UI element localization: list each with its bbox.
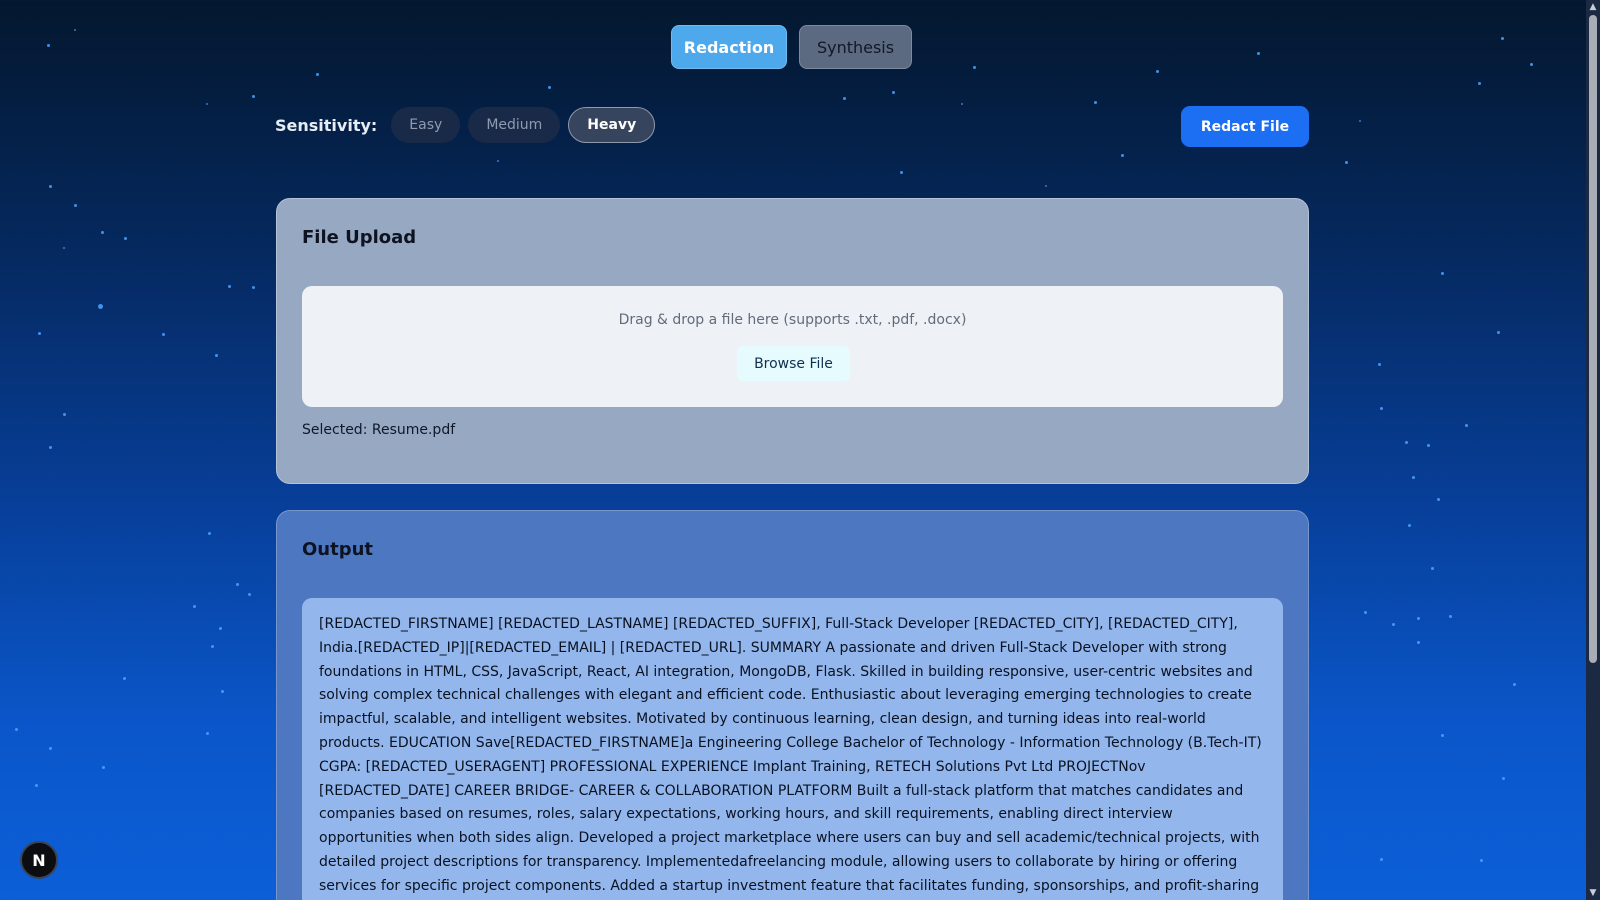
tab-redaction[interactable]: Redaction — [671, 25, 787, 69]
nextjs-logo-icon[interactable]: N — [20, 841, 58, 879]
page-scrollbar[interactable]: ▲ ▼ — [1586, 0, 1600, 900]
output-card: Output [REDACTED_FIRSTNAME] [REDACTED_LA… — [276, 510, 1309, 900]
scroll-up-arrow-icon[interactable]: ▲ — [1586, 0, 1600, 14]
file-upload-card: File Upload Drag & drop a file here (sup… — [276, 198, 1309, 484]
scroll-down-arrow-icon[interactable]: ▼ — [1586, 886, 1600, 900]
redact-file-button[interactable]: Redact File — [1181, 106, 1309, 147]
selected-file-label: Selected: Resume.pdf — [302, 422, 456, 438]
output-text: [REDACTED_FIRSTNAME] [REDACTED_LASTNAME]… — [319, 616, 1262, 894]
scroll-thumb[interactable] — [1589, 15, 1597, 663]
mode-tabs: Redaction Synthesis — [671, 25, 912, 69]
sensitivity-option-heavy[interactable]: Heavy — [568, 107, 656, 143]
sensitivity-option-easy[interactable]: Easy — [391, 107, 461, 143]
tab-synthesis[interactable]: Synthesis — [799, 25, 912, 69]
file-drop-zone[interactable]: Drag & drop a file here (supports .txt, … — [302, 286, 1283, 407]
sensitivity-option-medium[interactable]: Medium — [468, 107, 561, 143]
output-title: Output — [302, 539, 374, 560]
file-upload-title: File Upload — [302, 227, 417, 248]
drop-hint-text: Drag & drop a file here (supports .txt, … — [618, 312, 967, 328]
sensitivity-label: Sensitivity: — [275, 115, 378, 135]
output-text-box[interactable]: [REDACTED_FIRSTNAME] [REDACTED_LASTNAME]… — [302, 598, 1283, 900]
browse-file-button[interactable]: Browse File — [737, 346, 850, 381]
sensitivity-selector: Sensitivity: Easy Medium Heavy — [275, 107, 663, 143]
